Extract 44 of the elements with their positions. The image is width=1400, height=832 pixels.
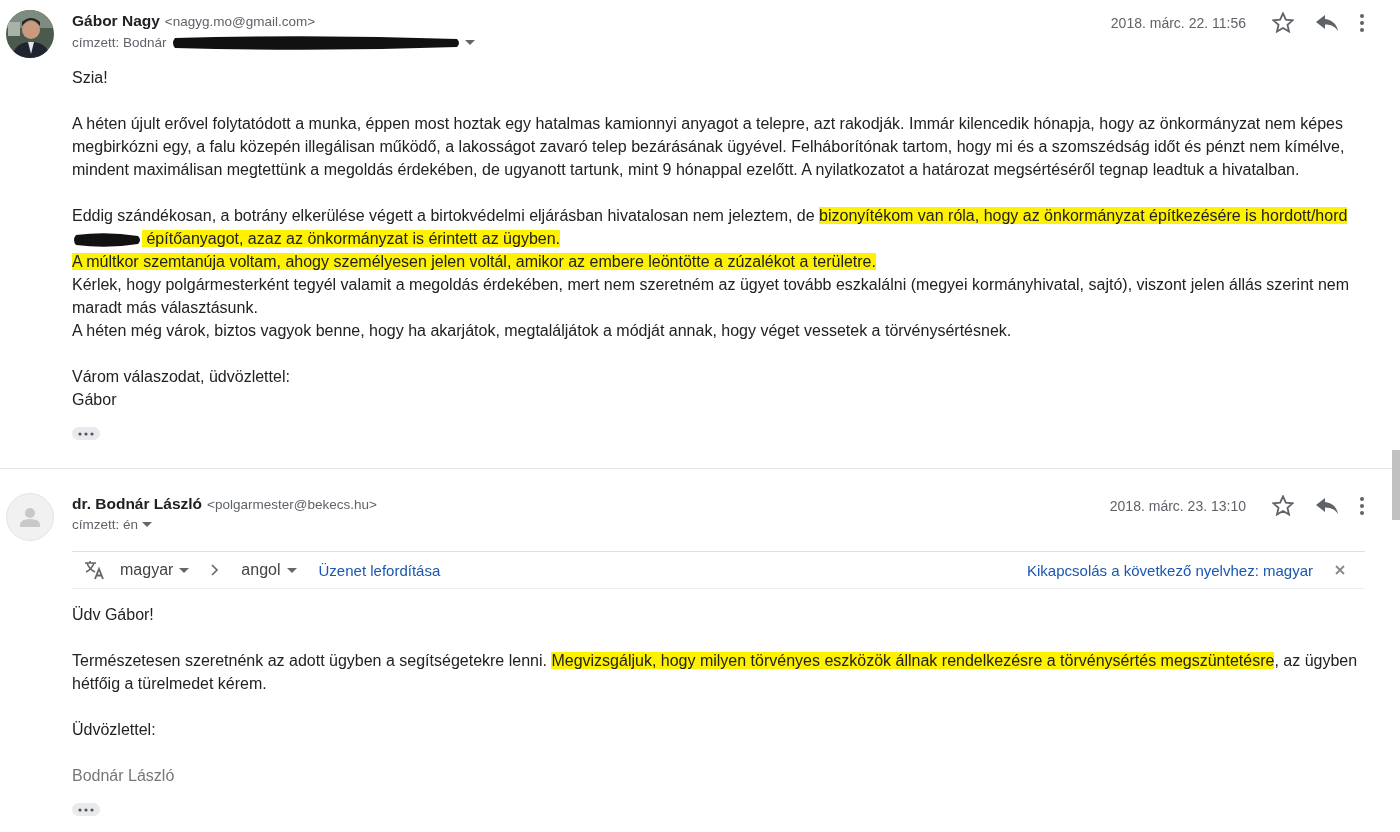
recipient-text: címzett: én — [72, 517, 139, 532]
translate-icon — [84, 560, 106, 580]
sender-name: dr. Bodnár László — [72, 495, 203, 513]
close-icon[interactable] — [1335, 565, 1345, 575]
message-date: 2018. márc. 22. 11:56 — [1110, 14, 1246, 31]
message-date: 2018. márc. 23. 13:10 — [1109, 497, 1246, 514]
ellipsis-icon — [78, 431, 94, 436]
recipient-text: címzett: Bodnár — [72, 34, 167, 50]
caret-icon — [179, 567, 190, 573]
sender-name: Gábor Nagy — [72, 12, 160, 30]
caret-icon — [286, 567, 297, 573]
scrollbar-thumb[interactable] — [1392, 450, 1400, 520]
show-trimmed-button[interactable] — [72, 427, 100, 440]
body-text: Üdvözlettel: — [72, 720, 157, 740]
reply-icon[interactable] — [1316, 497, 1338, 514]
redaction-mark — [72, 230, 142, 249]
sender-email: <nagyg.mo@gmail.com> — [164, 14, 316, 29]
body-text: Gábor — [72, 390, 118, 410]
body-text: Eddig szándékosan, a botrány elkerülése végett a birtokvédelmi eljárásban hivatalosan nem jeleztem, de bizonyítékom van róla, hogy az önkormányzat építkezésére is hordott/hord építőanyagot, azaz az önkormányzat is érintett az ügyben. — [72, 206, 1349, 250]
body-text: A héten újult erővel folytatódott a munka, éppen most hoztak egy hatalmas kamionnyi anyagot a telepre, azt rakodják. Immár kilencedik hónapja, hogy az önkormányzat nem képes megbirkózni egy, a falu közepén illegálisan működő, a lakosságot zavaró telep bezárásának ügyével. Felháborítónak tartom, hogy mi és a szomszédság időt és pénzt nem kímélve, mindent maximálisan megtettünk a megoldás érdekében, de ugyanott tartunk, mint 9 hónappal ezelőtt. A nyilatkozatot a határozat megsértéséről tegnap leadtuk a hivatalban. — [72, 114, 1346, 180]
caret-icon — [142, 522, 153, 527]
more-icon[interactable] — [1360, 13, 1364, 32]
translate-link[interactable]: Üzenet lefordítása — [318, 561, 441, 579]
body-text: Üdv Gábor! — [72, 605, 155, 625]
body-text: Kérlek, hogy polgármesterként tegyél valamit a megoldás érdekében, mert nem szeretném az ügyet tovább eszkalálni (megyei kormányhivatal, sajtó), viszont jelen állás szerint nem maradt más választásunk. — [72, 275, 1351, 318]
more-icon[interactable] — [1360, 496, 1364, 515]
target-language-dropdown[interactable]: angol — [241, 561, 297, 579]
body-text: A múltkor szemtanúja voltam, ahogy személyesen jelen voltál, amikor az embere leöntötte a zúzalékot a területre. — [72, 252, 877, 272]
body-text: Várom válaszodat, üdvözlettel: — [72, 367, 291, 387]
source-language-dropdown[interactable]: magyar — [120, 561, 190, 579]
disable-translation-link[interactable]: Kikapcsolás a következő nyelvhez: magyar — [1027, 561, 1313, 579]
body-text: Természetesen szeretnénk az adott ügyben a segítségetekre lenni. Megvizsgáljuk, hogy milyen törvényes eszközök állnak rendelkezésre a törvénysértés megszüntetésre, az ügyben hétfőig a türelmedet kérem. — [72, 651, 1359, 694]
chevron-right-icon — [211, 564, 220, 576]
reply-icon[interactable] — [1316, 14, 1338, 31]
star-icon[interactable] — [1272, 12, 1294, 33]
star-icon[interactable] — [1272, 495, 1294, 516]
avatar-icon — [6, 493, 54, 541]
sender-email: <polgarmester@bekecs.hu> — [207, 497, 377, 512]
show-trimmed-button[interactable] — [72, 803, 100, 816]
body-text: Bodnár László — [72, 766, 176, 786]
caret-icon — [464, 39, 475, 45]
ellipsis-icon — [78, 807, 94, 812]
body-text: Szia! — [72, 68, 109, 88]
body-text: A héten még várok, biztos vagyok benne, hogy ha akarjátok, megtaláljátok a módját annak, hogy véget vessetek a törvénysértésnek. — [72, 321, 1013, 341]
